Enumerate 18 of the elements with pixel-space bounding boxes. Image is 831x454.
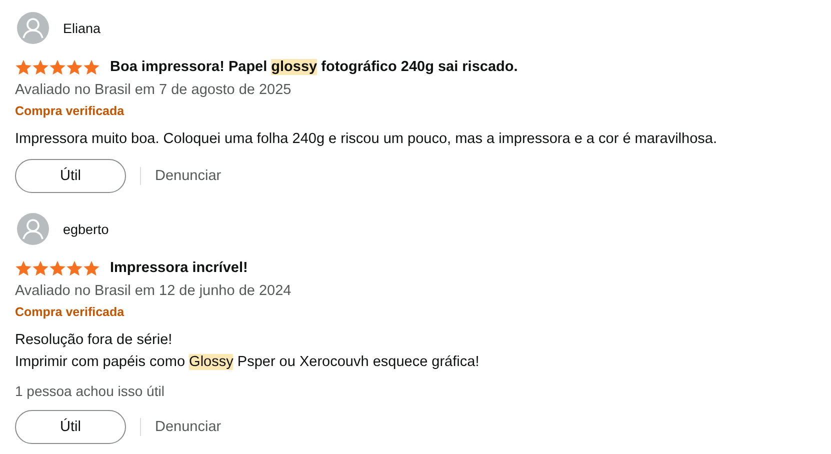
- helpful-button[interactable]: Útil: [15, 159, 126, 193]
- review-date: Avaliado no Brasil em 7 de agosto de 2025: [15, 81, 292, 100]
- helpful-count: 1 pessoa achou isso útil: [15, 382, 166, 401]
- verified-purchase-label: Compra verificada: [15, 103, 126, 120]
- review-text: Imprimir com papéis como Glossy Psper ou Xerocouvh esquece gráfica!: [15, 353, 480, 372]
- review-date: Avaliado no Brasil em 12 de junho de 2024: [15, 282, 292, 301]
- verified-purchase-label: Compra verificada: [15, 304, 126, 321]
- review-text: Resolução fora de série!: [15, 331, 174, 350]
- review-text: Impressora muito boa. Coloquei uma folha 240g e riscou um pouco, mas a impressora e a cor é maravilhosa.: [15, 130, 718, 149]
- report-link[interactable]: Denunciar: [155, 419, 222, 435]
- report-link[interactable]: Denunciar: [155, 168, 222, 184]
- reviewer-name: Eliana: [63, 20, 101, 36]
- review-title: Boa impressora! Papel glossy fotográfico 240g sai riscado.: [110, 59, 518, 75]
- review-title: Impressora incrível!: [110, 260, 248, 276]
- helpful-button[interactable]: Útil: [15, 410, 126, 444]
- avatar-icon: [17, 213, 49, 245]
- reviewer-name: egberto: [63, 222, 109, 236]
- avatar-icon: [17, 12, 49, 44]
